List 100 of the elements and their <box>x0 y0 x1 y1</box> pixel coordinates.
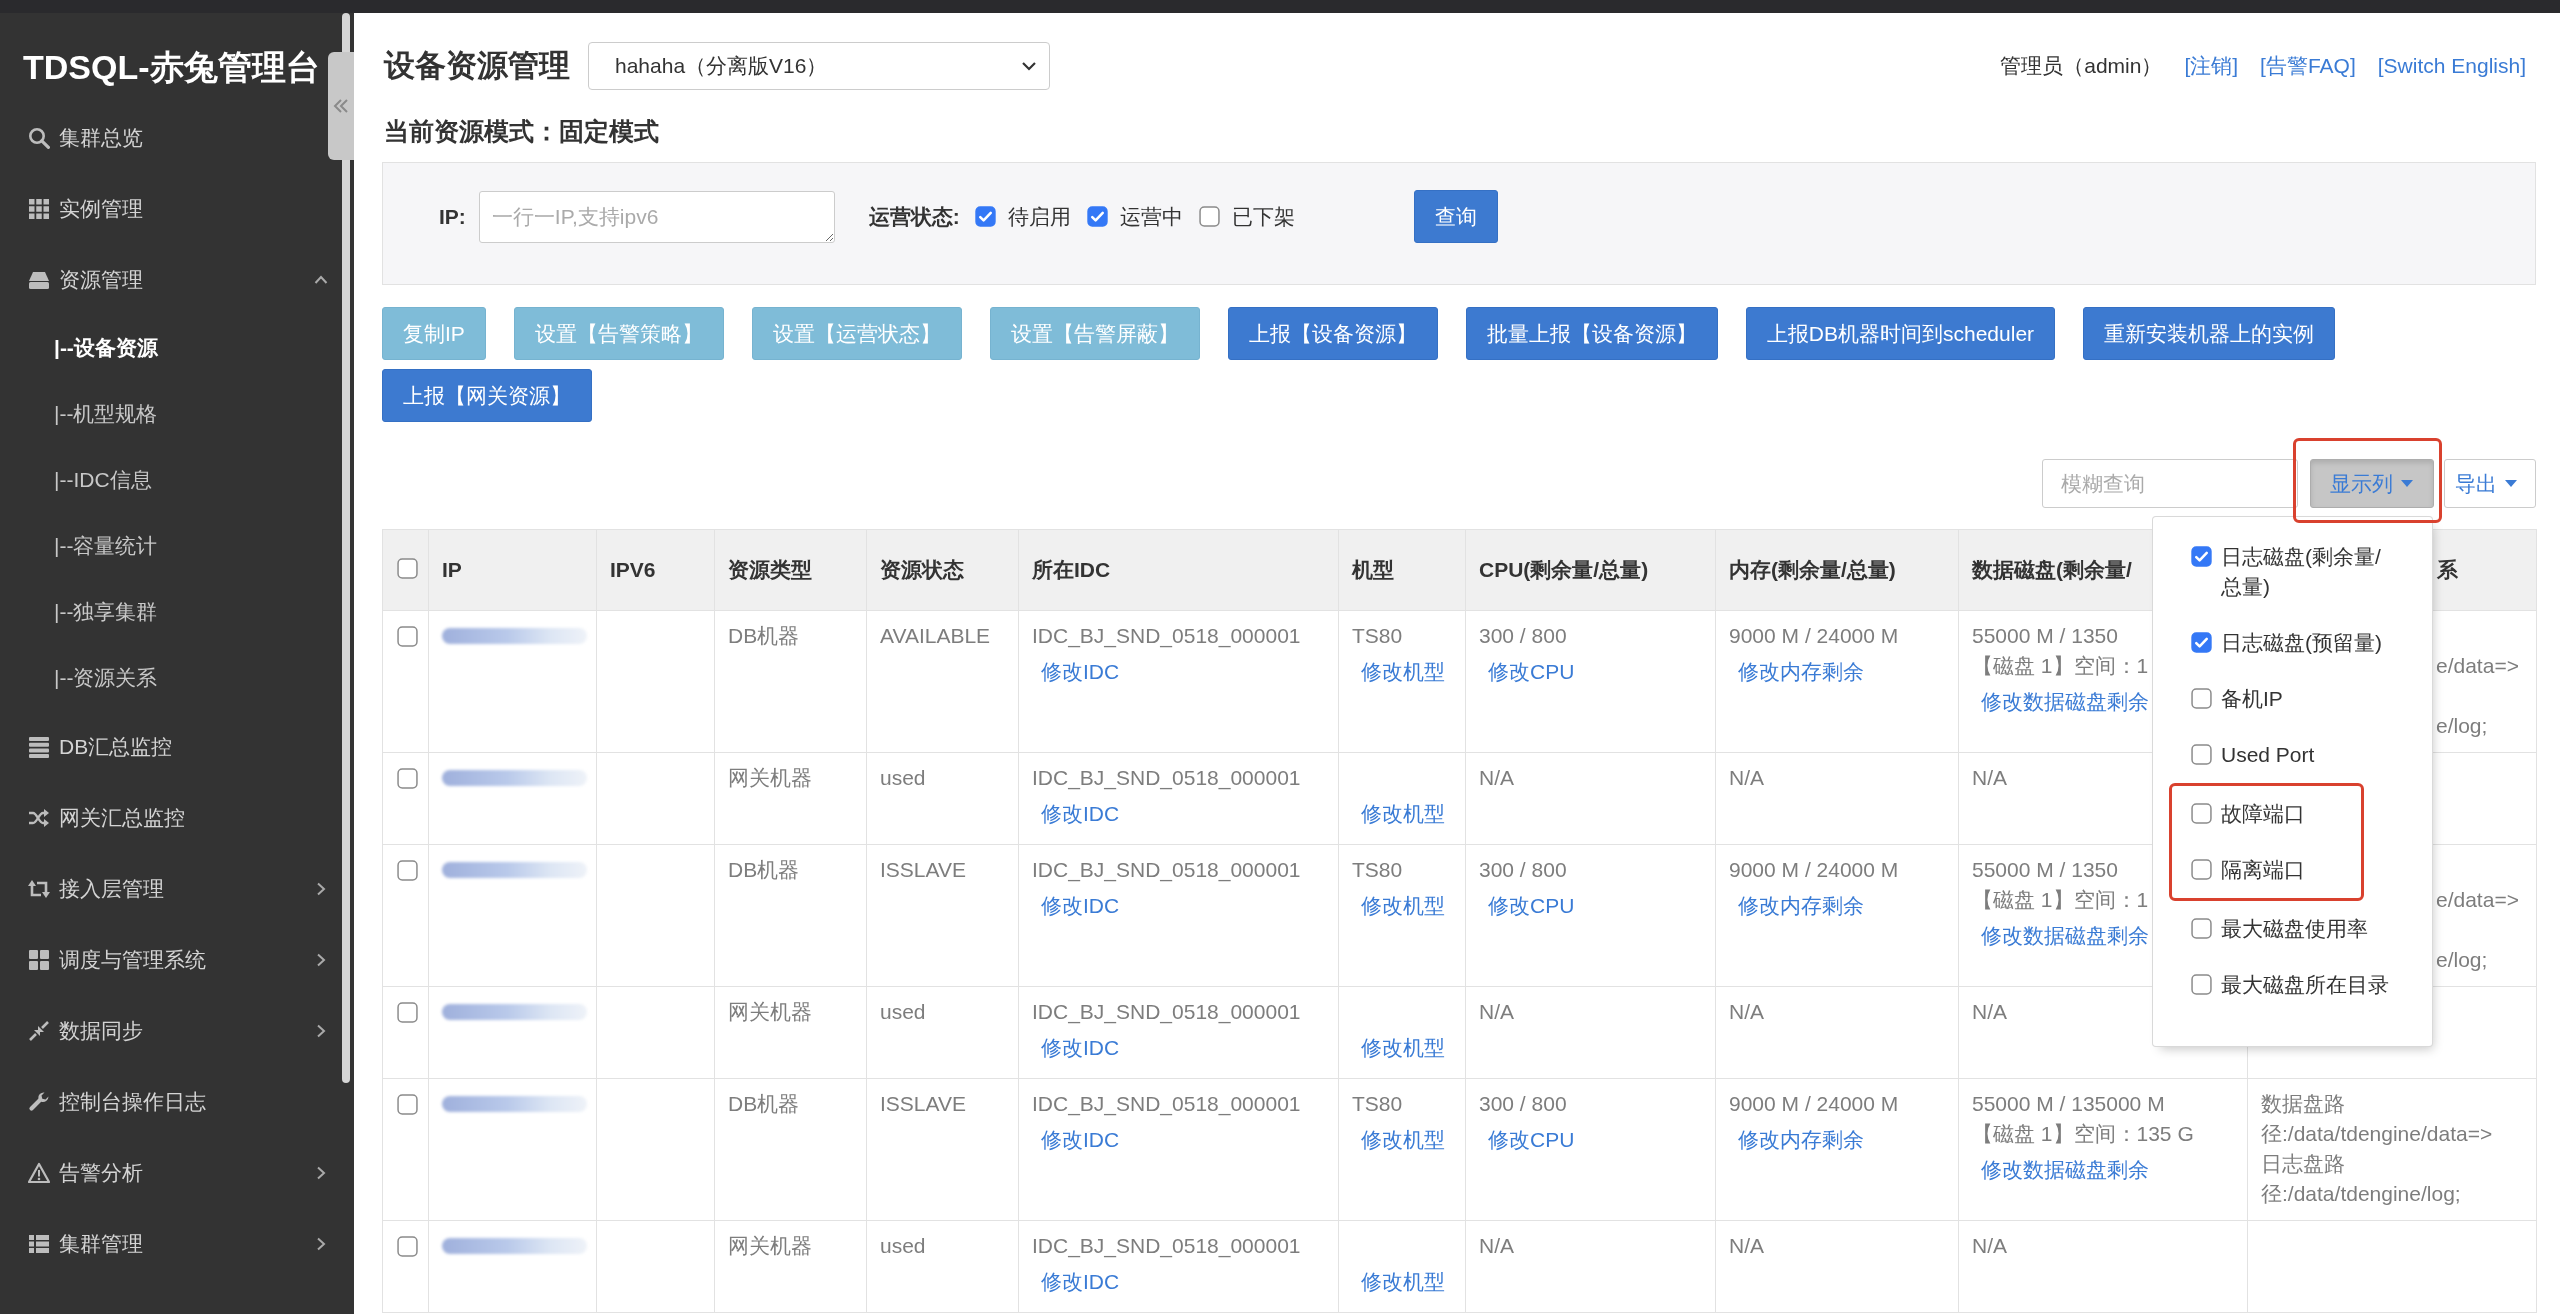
edit-link[interactable]: 修改机型 <box>1361 657 1445 687</box>
edit-link[interactable]: 修改数据磁盘剩余 <box>1981 921 2149 951</box>
query-button[interactable]: 查询 <box>1413 190 1498 243</box>
menu-item[interactable]: 备机IP <box>2153 671 2432 727</box>
checkbox[interactable] <box>397 768 418 789</box>
checkbox[interactable] <box>397 1236 418 1257</box>
edit-link[interactable]: 修改内存剩余 <box>1738 891 1864 921</box>
checkbox[interactable] <box>397 1094 418 1115</box>
search-field[interactable]: 模糊查询 <box>2042 459 2298 508</box>
list-icon <box>28 1232 50 1255</box>
ip-input-field[interactable]: 一行一IP,支持ipv6 <box>478 190 835 243</box>
compress-icon <box>28 1019 50 1042</box>
checkbox-label: 已下架 <box>1231 203 1295 230</box>
sidebar-item[interactable]: 调度与管理系统 <box>0 924 328 995</box>
sidebar-subitem[interactable]: |--IDC信息 <box>0 447 328 513</box>
sidebar-item[interactable]: 资源管理 <box>0 244 328 315</box>
header-link[interactable]: [告警FAQ] <box>2260 52 2356 80</box>
checkbox[interactable] <box>397 626 418 647</box>
checkbox[interactable] <box>397 558 418 579</box>
edit-link[interactable]: 修改数据磁盘剩余 <box>1981 687 2149 717</box>
edit-link[interactable]: 修改CPU <box>1488 891 1575 921</box>
sidebar-item[interactable]: 集群总览 <box>0 102 328 173</box>
show-columns-button[interactable]: 显示列 <box>2310 459 2434 508</box>
checkbox[interactable] <box>2191 859 2212 880</box>
edit-link[interactable]: 修改机型 <box>1361 891 1445 921</box>
cell-text: TS80 <box>1352 1091 1403 1117</box>
cell-text: 9000 M / 24000 M <box>1729 857 1899 883</box>
checkbox[interactable] <box>2191 632 2212 653</box>
column-header: IPV6 <box>610 557 656 583</box>
sidebar-item[interactable]: 网关汇总监控 <box>0 782 328 853</box>
edit-link[interactable]: 修改IDC <box>1041 799 1120 829</box>
edit-link[interactable]: 修改机型 <box>1361 1125 1445 1155</box>
edit-link[interactable]: 修改IDC <box>1041 891 1120 921</box>
cell-text: 55000 M / 1350 <box>1972 857 2118 883</box>
edit-link[interactable]: 修改CPU <box>1488 657 1575 687</box>
sidebar-subitem[interactable]: |--设备资源 <box>0 315 328 381</box>
checkbox[interactable] <box>2191 688 2212 709</box>
sidebar-subitem[interactable]: |--资源关系 <box>0 645 328 711</box>
sidebar-subitem[interactable]: |--独享集群 <box>0 579 328 645</box>
grid-icon <box>28 197 50 220</box>
cluster-select[interactable]: hahaha（分离版V16） <box>588 42 1050 90</box>
action-button[interactable]: 上报DB机器时间到scheduler <box>1745 307 2056 360</box>
column-header: 资源状态 <box>880 557 964 583</box>
sidebar-item[interactable]: 告警分析 <box>0 1137 328 1208</box>
cell-text: N/A <box>1972 999 2007 1025</box>
menu-item[interactable]: 最大磁盘所在目录 <box>2153 957 2432 1013</box>
edit-link[interactable]: 修改数据磁盘剩余 <box>1981 1155 2149 1185</box>
checkbox[interactable] <box>397 860 418 881</box>
checkbox[interactable] <box>2191 918 2212 939</box>
menu-item[interactable]: Used Port <box>2153 727 2432 783</box>
edit-link[interactable]: 修改IDC <box>1041 1033 1120 1063</box>
checkbox[interactable] <box>1198 206 1220 227</box>
action-button[interactable]: 上报【设备资源】 <box>1227 307 1438 360</box>
checkbox[interactable] <box>397 1002 418 1023</box>
menu-item[interactable]: 最大磁盘使用率 <box>2153 901 2432 957</box>
edit-link[interactable]: 修改内存剩余 <box>1738 1125 1864 1155</box>
edit-link[interactable]: 修改CPU <box>1488 1125 1575 1155</box>
cell-text: used <box>880 765 926 791</box>
user-label: 管理员（admin） <box>2000 53 2163 79</box>
sidebar-subitem[interactable]: |--机型规格 <box>0 381 328 447</box>
edit-link[interactable]: 修改IDC <box>1041 1267 1120 1297</box>
cell-text: N/A <box>1479 765 1514 791</box>
action-button[interactable]: 重新安装机器上的实例 <box>2083 307 2336 360</box>
sidebar-subitem[interactable]: |--容量统计 <box>0 513 328 579</box>
sidebar-item[interactable]: DB汇总监控 <box>0 711 328 782</box>
column-header: 所在IDC <box>1032 557 1111 583</box>
menu-item[interactable]: 故障端口 <box>2172 786 2361 842</box>
cell-text: 网关机器 <box>728 999 812 1025</box>
sidebar-item[interactable]: 集群管理 <box>0 1208 328 1279</box>
header-link[interactable]: [Switch English] <box>2377 54 2526 78</box>
cell-text: 55000 M / 1350 <box>1972 623 2118 649</box>
sidebar-item[interactable]: 数据同步 <box>0 995 328 1066</box>
header-link[interactable]: [注销] <box>2184 52 2239 80</box>
cell-text: 日志盘路径:/data/tdengine/log; <box>2261 1151 2462 1207</box>
sidebar-item[interactable]: 控制台操作日志 <box>0 1066 328 1137</box>
checkbox[interactable] <box>974 206 996 227</box>
collapse-tab[interactable] <box>328 52 354 160</box>
cell-text: N/A <box>1479 999 1514 1025</box>
sidebar-item[interactable]: 接入层管理 <box>0 853 328 924</box>
edit-link[interactable]: 修改IDC <box>1041 657 1120 687</box>
app-title: TDSQL-赤兔管理台 <box>22 47 320 88</box>
cell-text: IDC_BJ_SND_0518_000001 <box>1032 623 1301 650</box>
checkbox[interactable] <box>2191 803 2212 824</box>
cell-text: N/A <box>1972 1233 2007 1259</box>
action-button[interactable]: 上报【网关资源】 <box>382 369 592 422</box>
checkbox[interactable] <box>2191 546 2212 567</box>
checkbox[interactable] <box>2191 974 2212 995</box>
edit-link[interactable]: 修改内存剩余 <box>1738 657 1864 687</box>
checkbox[interactable] <box>1086 206 1108 227</box>
edit-link[interactable]: 修改IDC <box>1041 1125 1120 1155</box>
scrollbar-thumb[interactable] <box>342 13 350 1083</box>
sidebar-item[interactable]: 实例管理 <box>0 173 328 244</box>
action-button[interactable]: 批量上报【设备资源】 <box>1465 307 1718 360</box>
menu-item[interactable]: 日志磁盘(预留量) <box>2153 615 2432 671</box>
menu-item[interactable]: 日志磁盘(剩余量/总量) <box>2153 529 2432 615</box>
checkbox[interactable] <box>2191 744 2212 765</box>
cell-text: 300 / 800 <box>1479 623 1567 649</box>
export-button[interactable]: 导出 <box>2444 459 2536 508</box>
menu-item[interactable]: 隔离端口 <box>2172 842 2361 898</box>
cell-text: 55000 M / 135000 M <box>1972 1091 2165 1117</box>
